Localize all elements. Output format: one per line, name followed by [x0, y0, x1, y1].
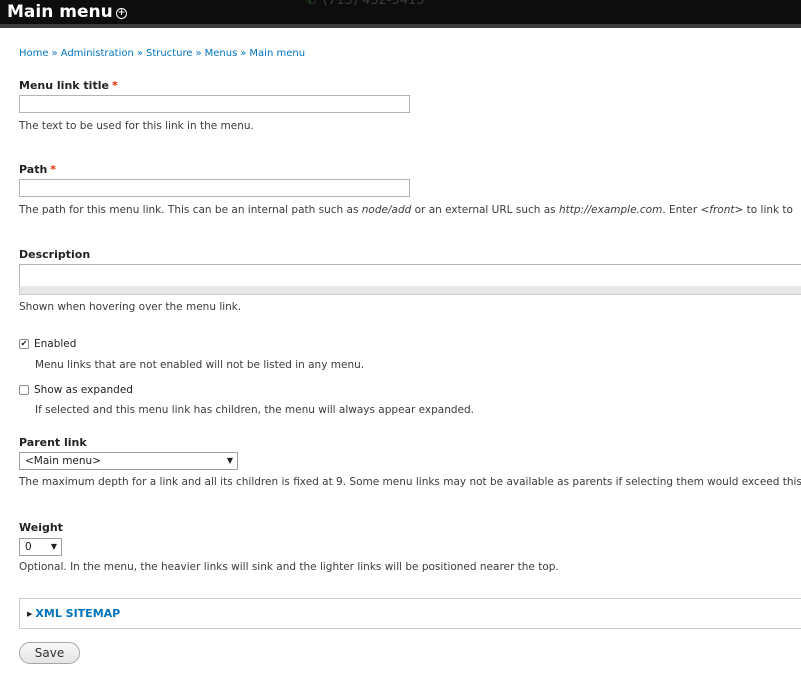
xml-sitemap-toggle[interactable]: ▶ XML SITEMAP: [27, 607, 120, 620]
breadcrumb-administration[interactable]: Administration: [61, 48, 134, 59]
path-example-internal: node/add: [361, 204, 412, 216]
path-label-text: Path: [19, 163, 48, 176]
collapsed-triangle-icon: ▶: [27, 610, 33, 618]
path-label: Path *: [19, 163, 56, 176]
page-title: Main menu: [7, 2, 113, 22]
expanded-label[interactable]: Show as expanded: [34, 384, 133, 396]
weight-selected: 0: [25, 541, 32, 553]
description-label: Description: [19, 248, 91, 261]
xml-sitemap-label: XML SITEMAP: [35, 607, 121, 620]
weight-label: Weight: [19, 521, 63, 534]
path-example-front: <front>: [700, 204, 744, 216]
weight-select[interactable]: 0 ▼: [19, 538, 62, 556]
breadcrumb-separator: »: [51, 48, 58, 59]
path-description-text: The path for this menu link. This can be…: [19, 204, 362, 216]
menu-link-title-label-text: Menu link title: [19, 79, 109, 92]
parent-link-select[interactable]: <Main menu> ▼: [19, 452, 238, 470]
add-shortcut-icon[interactable]: +: [116, 8, 127, 19]
breadcrumb-main-menu[interactable]: Main menu: [249, 48, 305, 59]
path-description-text: to link to: [743, 204, 793, 216]
required-mark: *: [50, 163, 57, 176]
menu-link-title-input[interactable]: [19, 95, 410, 113]
save-button[interactable]: Save: [19, 642, 80, 664]
description-help: Shown when hovering over the menu link.: [19, 301, 242, 313]
path-description-text: . Enter: [662, 204, 701, 216]
parent-link-label: Parent link: [19, 436, 87, 449]
expanded-description: If selected and this menu link has child…: [35, 404, 474, 416]
path-description: The path for this menu link. This can be…: [19, 204, 793, 216]
header-phone: ✆ (713) 432-5415: [306, 0, 425, 8]
breadcrumb-home[interactable]: Home: [19, 48, 49, 59]
breadcrumb: Home» Administration» Structure» Menus» Main…: [19, 48, 305, 59]
breadcrumb-separator: »: [240, 48, 247, 59]
breadcrumb-separator: »: [136, 48, 143, 59]
breadcrumb-menus[interactable]: Menus: [205, 48, 238, 59]
path-description-text: or an external URL such as: [411, 204, 559, 216]
parent-link-description: The maximum depth for a link and all its…: [19, 476, 801, 488]
path-example-external: http://example.com: [558, 204, 663, 216]
breadcrumb-separator: »: [195, 48, 202, 59]
top-toolbar: ✆ (713) 432-5415 Main menu +: [0, 0, 801, 24]
toolbar-divider: [0, 24, 801, 28]
menu-link-title-description: The text to be used for this link in the…: [19, 120, 254, 132]
menu-link-title-label: Menu link title *: [19, 79, 118, 92]
phone-number: (713) 432-5415: [322, 0, 425, 8]
enabled-label[interactable]: Enabled: [34, 338, 76, 350]
description-textarea[interactable]: [19, 264, 801, 287]
parent-link-selected: <Main menu>: [25, 455, 101, 467]
xml-sitemap-fieldset: ▶ XML SITEMAP: [19, 598, 801, 629]
breadcrumb-structure[interactable]: Structure: [146, 48, 193, 59]
enabled-checkbox[interactable]: ✔: [19, 339, 29, 349]
textarea-resize-handle[interactable]: [19, 286, 801, 295]
expanded-checkbox[interactable]: [19, 385, 29, 395]
path-input[interactable]: [19, 179, 410, 197]
dropdown-arrow-icon: ▼: [50, 542, 57, 551]
enabled-description: Menu links that are not enabled will not…: [35, 359, 365, 371]
phone-icon: ✆: [306, 0, 317, 8]
required-mark: *: [111, 79, 118, 92]
dropdown-arrow-icon: ▼: [226, 456, 233, 465]
weight-description: Optional. In the menu, the heavier links…: [19, 561, 559, 573]
